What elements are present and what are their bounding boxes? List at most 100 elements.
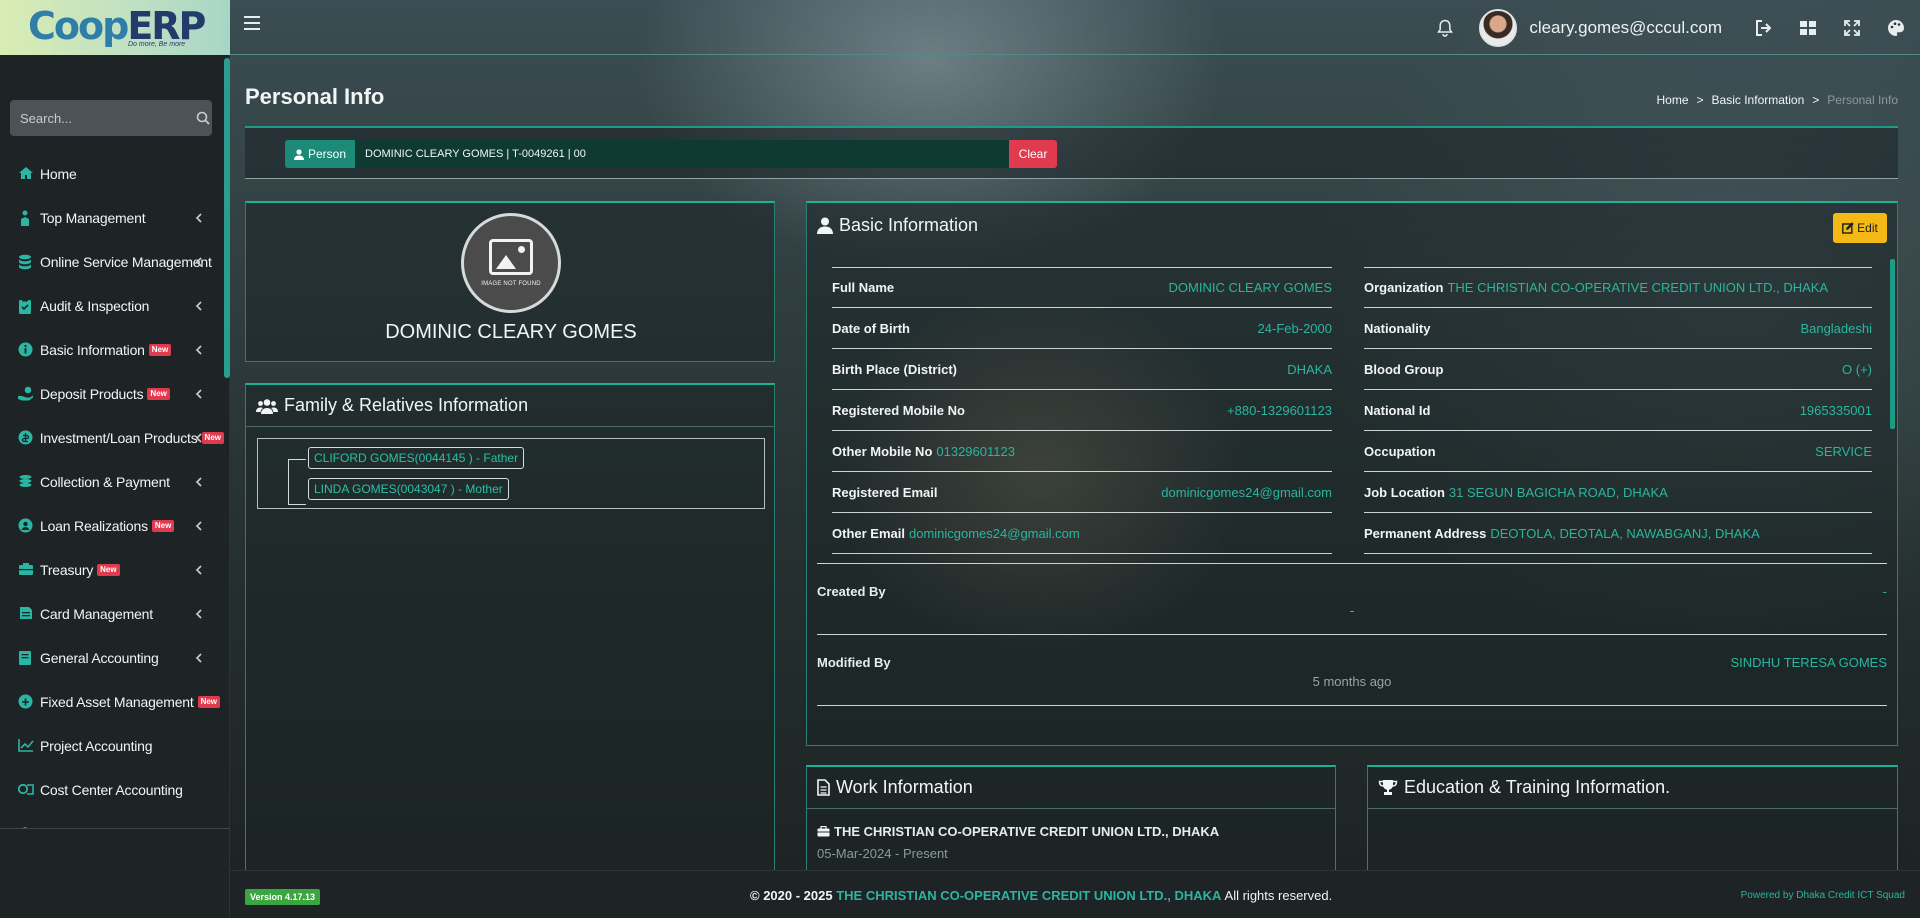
sidebar-item-treasury[interactable]: Treasury New — [0, 548, 224, 592]
sidebar-item-label: Top Management — [40, 210, 146, 226]
palette-icon[interactable] — [1886, 18, 1906, 38]
chevron-left-icon — [195, 521, 202, 531]
info-label: Permanent Address — [1364, 525, 1487, 541]
breadcrumb-basic-information[interactable]: Basic Information — [1712, 93, 1805, 107]
sidebar-item-label: Online Service Management — [40, 254, 212, 270]
chevron-left-icon — [195, 213, 202, 223]
user-email[interactable]: cleary.gomes@cccul.com — [1529, 18, 1722, 38]
info-value: dominicgomes24@gmail.com — [908, 525, 1080, 541]
info-label: Birth Place (District) — [832, 361, 957, 377]
info-row-registered-email: Registered Email dominicgomes24@gmail.com — [832, 472, 1332, 513]
divider — [0, 828, 230, 829]
new-badge: New — [97, 564, 120, 576]
investment-icon — [18, 430, 34, 446]
profile-name: DOMINIC CLEARY GOMES — [385, 321, 637, 343]
audit-section: Created By - - Modified By SINDHU TERESA… — [817, 563, 1887, 706]
sidebar-item-security-sanctions[interactable]: Security & Sanctions — [0, 812, 224, 828]
chevron-left-icon — [195, 257, 202, 267]
sidebar-item-top-management[interactable]: Top Management — [0, 196, 224, 240]
relative-father[interactable]: CLIFORD GOMES(0044145 ) - Father — [308, 447, 525, 469]
chevron-left-icon — [195, 389, 202, 399]
tree-connector — [288, 459, 306, 505]
family-card: Family & Relatives Information CLIFORD G… — [245, 383, 775, 918]
info-label: Date of Birth — [832, 320, 910, 336]
sidebar-item-basic-information[interactable]: Basic Information New — [0, 328, 224, 372]
realization-icon — [18, 518, 34, 534]
info-label: Occupation — [1364, 443, 1436, 459]
basic-information-header: Basic Information Edit — [807, 203, 1897, 255]
work-information-header: Work Information — [807, 767, 1335, 809]
sidebar-item-card-management[interactable]: Card Management — [0, 592, 224, 636]
grid-icon[interactable] — [1798, 18, 1818, 38]
sidebar-item-label: Fixed Asset Management — [40, 694, 194, 710]
sidebar-item-label: Home — [40, 166, 77, 182]
book-icon — [18, 650, 34, 666]
new-badge: New — [197, 696, 221, 708]
sidebar-item-investment-loan-products[interactable]: Investment/Loan Products New — [0, 416, 224, 460]
edit-label: Edit — [1857, 221, 1878, 235]
bell-icon[interactable] — [1435, 18, 1455, 38]
info-row-job-location: Job Location 31 SEGUN BAGICHA ROAD, DHAKA — [1364, 472, 1872, 513]
home-icon — [18, 166, 34, 182]
info-value: dominicgomes24@gmail.com — [1161, 484, 1332, 500]
new-badge: New — [147, 388, 170, 400]
sidebar-search-input[interactable] — [20, 110, 196, 126]
info-label: Other Mobile No — [832, 443, 933, 459]
info-label: Registered Email — [832, 484, 938, 500]
person-search-field[interactable]: DOMINIC CLEARY GOMES | T-0049261 | 00 — [355, 140, 1009, 168]
copyright-years: © 2020 - 2025 — [750, 888, 833, 903]
topbar-actions: cleary.gomes@cccul.com — [1423, 0, 1920, 55]
created-at: - — [1349, 603, 1355, 618]
app-logo[interactable]: CoopERP Do more, Be more — [0, 0, 230, 55]
edit-button[interactable]: Edit — [1833, 213, 1887, 243]
person-selector: Person DOMINIC CLEARY GOMES | T-0049261 … — [245, 126, 1898, 179]
chevron-left-icon — [195, 477, 202, 487]
basic-information-title-row: Basic Information — [817, 215, 1887, 236]
sidebar-item-loan-realizations[interactable]: Loan Realizations New — [0, 504, 224, 548]
sidebar-item-cost-center-accounting[interactable]: Cost Center Accounting — [0, 768, 224, 812]
sidebar-item-audit-inspection[interactable]: Audit & Inspection — [0, 284, 224, 328]
info-label: Full Name — [832, 280, 895, 295]
page-title: Personal Info — [245, 84, 385, 109]
avatar[interactable] — [1479, 8, 1518, 47]
sidebar-item-collection-payment[interactable]: Collection & Payment — [0, 460, 224, 504]
sidebar-item-general-accounting[interactable]: General Accounting — [0, 636, 224, 680]
photo-caption: IMAGE NOT FOUND — [481, 281, 541, 287]
info-column-left: Full Name DOMINIC CLEARY GOMES Date of Bir… — [832, 267, 1332, 554]
powered-by-link[interactable]: Powered by Dhaka Credit ICT Squad — [1741, 890, 1905, 901]
clear-button[interactable]: Clear — [1009, 140, 1057, 168]
modified-at: 5 months ago — [1312, 674, 1392, 689]
sidebar-item-project-accounting[interactable]: Project Accounting — [0, 724, 224, 768]
menu-toggle-icon[interactable] — [244, 16, 260, 30]
edit-icon — [1842, 222, 1854, 234]
info-value: 24-Feb-2000 — [1257, 320, 1332, 336]
copyright-rights: All rights reserved. — [1224, 888, 1333, 903]
copyright-organization-link[interactable]: THE CHRISTIAN CO-OPERATIVE CREDIT UNION … — [836, 888, 1221, 903]
info-value: DOMINIC CLEARY GOMES — [1168, 280, 1333, 295]
details-scrollbar[interactable] — [1890, 259, 1895, 429]
breadcrumb-home[interactable]: Home — [1657, 93, 1689, 107]
user-icon — [293, 148, 304, 160]
clipboard-icon — [18, 298, 34, 314]
logout-icon[interactable] — [1754, 18, 1774, 38]
search-icon[interactable] — [196, 111, 210, 125]
sidebar-scrollbar[interactable] — [224, 58, 230, 378]
chevron-left-icon — [195, 653, 202, 663]
chevron-left-icon — [195, 301, 202, 311]
info-row-other-email: Other Email dominicgomes24@gmail.com — [832, 513, 1332, 554]
education-title: Education & Training Information. — [1404, 777, 1671, 797]
info-label: National Id — [1364, 402, 1431, 418]
sidebar-item-online-service-management[interactable]: Online Service Management — [0, 240, 224, 284]
chevron-left-icon — [195, 345, 202, 355]
version-badge: Version 4.17.13 — [245, 889, 321, 905]
sidebar-item-deposit-products[interactable]: Deposit Products New — [0, 372, 224, 416]
sidebar-item-label: Project Accounting — [40, 738, 153, 754]
relative-mother[interactable]: LINDA GOMES(0043047 ) - Mother — [308, 478, 509, 500]
sidebar-item-home[interactable]: Home — [0, 152, 224, 196]
work-organization-row: THE CHRISTIAN CO-OPERATIVE CREDIT UNION … — [817, 824, 1219, 839]
fullscreen-icon[interactable] — [1842, 18, 1862, 38]
info-row-birth-place-district: Birth Place (District) DHAKA — [832, 349, 1332, 390]
person-icon — [18, 210, 34, 226]
sidebar-item-fixed-asset-management[interactable]: Fixed Asset Management New — [0, 680, 224, 724]
family-title: Family & Relatives Information — [284, 395, 529, 415]
